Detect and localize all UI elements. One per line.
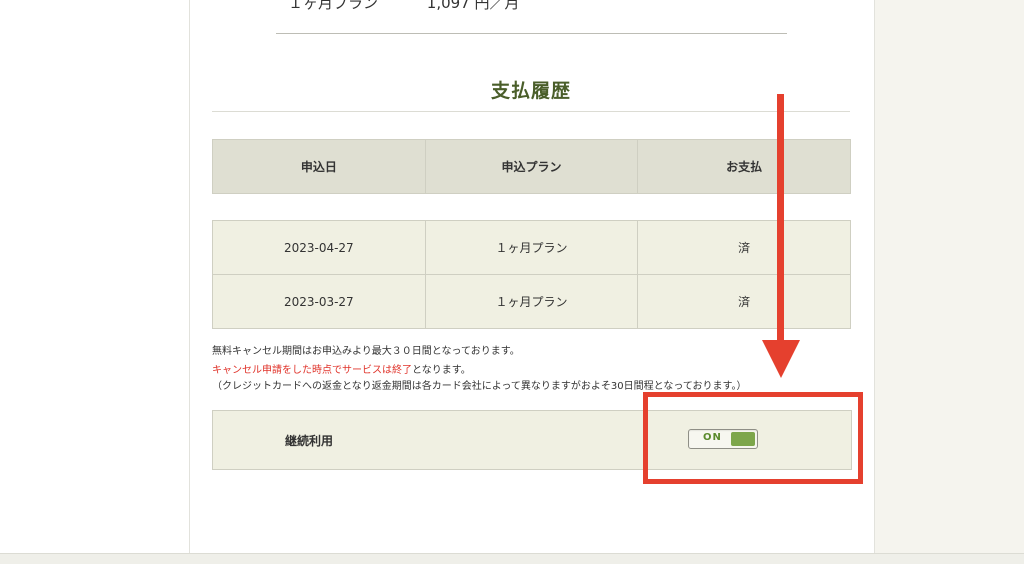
current-plan-name: １ヶ月プラン <box>288 0 379 12</box>
row-plan: １ヶ月プラン <box>424 220 639 275</box>
row-date: 2023-04-27 <box>212 220 426 275</box>
payment-history-title: 支払履歴 <box>490 80 571 102</box>
column-header-plan: 申込プラン <box>424 139 639 194</box>
row-status: 済 <box>637 220 851 275</box>
table-row: 2023-03-27 １ヶ月プラン 済 <box>212 274 851 329</box>
continue-usage-label: 継続利用 <box>285 434 334 448</box>
table-row: 2023-04-27 １ヶ月プラン 済 <box>212 220 851 275</box>
row-plan: １ヶ月プラン <box>424 274 639 329</box>
cancel-service-note: キャンセル申請をした時点でサービスは終了となります。 <box>212 361 471 376</box>
row-status: 済 <box>637 274 851 329</box>
cancel-period-note: 無料キャンセル期間はお申込みより最大３０日間となっております。 <box>212 346 520 357</box>
title-divider <box>212 111 850 112</box>
cancel-note-rest: となります。 <box>412 365 471 376</box>
payment-history-header: 申込日 申込プラン お支払 <box>212 139 851 194</box>
arrow-head <box>762 340 800 378</box>
page-background <box>0 0 189 553</box>
refund-note: （クレジットカードへの返金となり返金期間は各カード会社によって異なりますがおよそ… <box>212 381 747 392</box>
current-plan-price: 1,097 円／月 <box>426 0 520 12</box>
arrow-shaft <box>777 94 784 346</box>
divider <box>276 33 787 34</box>
footer-strip <box>0 553 1024 564</box>
payment-history-table: 2023-04-27 １ヶ月プラン 済 2023-03-27 １ヶ月プラン 済 <box>212 220 851 329</box>
current-plan-row: １ヶ月プラン 1,097 円／月 <box>288 0 520 13</box>
row-date: 2023-03-27 <box>212 274 426 329</box>
column-header-payment: お支払 <box>637 139 851 194</box>
annotation-highlight-box <box>643 392 863 484</box>
cancel-warning-text: キャンセル申請をした時点でサービスは終了 <box>212 365 412 376</box>
column-header-date: 申込日 <box>212 139 426 194</box>
